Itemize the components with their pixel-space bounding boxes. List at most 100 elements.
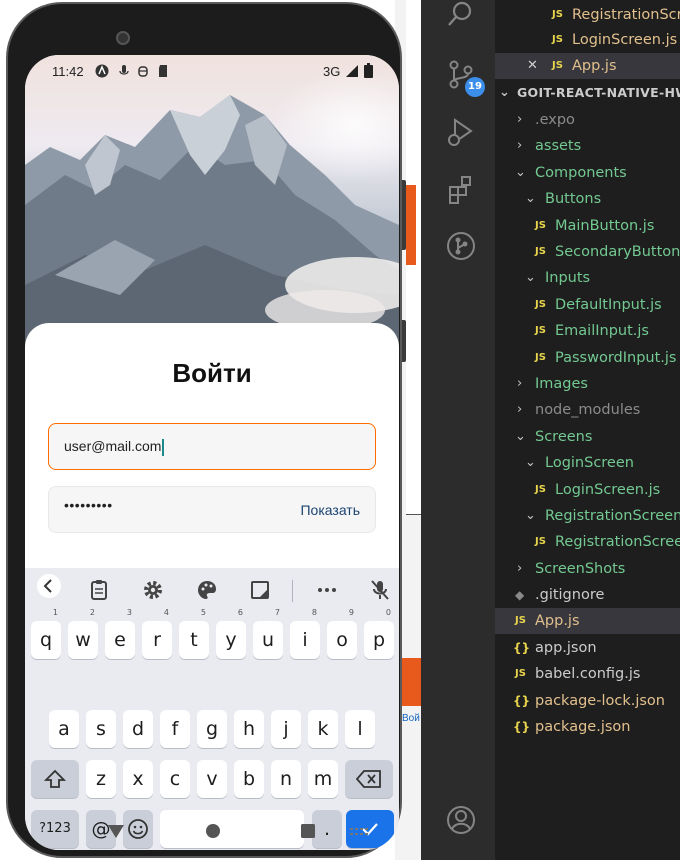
recents-nav-icon[interactable] [300,823,316,839]
front-camera [116,31,130,45]
key-y[interactable]: y6 [216,609,246,659]
js-file-icon: JS [535,299,546,310]
key-d[interactable]: d [123,710,153,748]
chevron-right-icon: › [517,402,523,417]
open-editor-item[interactable]: ✕ JS App.js [495,53,680,79]
period-key[interactable]: . [312,810,342,848]
space-key[interactable] [160,810,304,848]
project-header[interactable]: ⌄ GOIT-REACT-NATIVE-HW- [495,80,680,106]
tree-file[interactable]: JS MainButton.js [495,213,680,239]
debug-notification-icon [138,66,148,77]
tree-folder[interactable]: ⌄ Buttons [495,186,680,212]
tree-folder[interactable]: › assets [495,133,680,159]
text-caret [162,438,164,456]
keyboard-grid-icon[interactable] [350,828,368,836]
key-w[interactable]: w2 [68,609,98,659]
tree-folder[interactable]: ⌄ Screens [495,424,680,450]
tree-folder[interactable]: ⌄ LoginScreen [495,450,680,476]
mic-notification-icon [119,65,129,75]
key-b[interactable]: b [234,760,264,798]
phone-frame: 11:42 3G Войти user@mail.com ••••••••• П… [6,2,402,858]
run-debug-icon[interactable] [445,116,477,148]
tree-file[interactable]: JS DefaultInput.js [495,292,680,318]
tree-folder[interactable]: › Images [495,371,680,397]
search-icon[interactable] [445,0,477,32]
key-t[interactable]: t5 [179,609,209,659]
tree-file[interactable]: JS babel.config.js [495,661,680,687]
key-j[interactable]: j [271,710,301,748]
key-k[interactable]: k [308,710,338,748]
tree-file-selected[interactable]: JS App.js [495,608,680,634]
tree-folder[interactable]: ⌄ RegistrationScreen [495,503,680,529]
js-file-icon: JS [535,246,546,257]
password-value: ••••••••• [64,497,113,513]
show-password-button[interactable]: Показать [300,502,360,518]
js-file-icon: JS [535,325,546,336]
emoji-key[interactable] [123,810,153,848]
tree-file[interactable]: JS LoginScreen.js [495,477,680,503]
tree-folder[interactable]: ⌄ Inputs [495,265,680,291]
tree-file[interactable]: ◆ .gitignore [495,582,680,608]
settings-icon[interactable] [141,578,165,602]
key-r[interactable]: r4 [142,609,172,659]
key-c[interactable]: c [160,760,190,798]
tree-folder[interactable]: › node_modules [495,397,680,423]
tree-file[interactable]: JS PasswordInput.js [495,345,680,371]
key-f[interactable]: f [160,710,190,748]
account-icon[interactable] [445,804,477,836]
tree-file[interactable]: JS RegistrationScreen [495,529,680,555]
tree-folder[interactable]: › ScreenShots [495,556,680,582]
battery-icon [364,63,373,78]
chevron-left-icon[interactable] [36,573,62,599]
js-file-icon: JS [552,9,563,20]
key-h[interactable]: h [234,710,264,748]
key-e[interactable]: e3 [105,609,135,659]
git-graph-icon[interactable] [445,230,477,262]
key-o[interactable]: o9 [327,609,357,659]
chevron-down-icon: ⌄ [515,165,526,180]
tree-file[interactable]: {} package.json [495,714,680,740]
page-title: Войти [172,358,252,388]
key-l[interactable]: l [345,710,375,748]
key-x[interactable]: x [123,760,153,798]
tree-file[interactable]: JS EmailInput.js [495,318,680,344]
tree-folder[interactable]: ⌄ Components [495,160,680,186]
theme-palette-icon[interactable] [195,578,219,602]
key-z[interactable]: z [86,760,116,798]
shift-key[interactable] [31,760,79,798]
key-i[interactable]: i8 [290,609,320,659]
key-a[interactable]: a [49,710,79,748]
notification-app-icon [95,64,109,78]
open-editor-item[interactable]: JS LoginScreen.js [495,27,680,53]
key-p[interactable]: p0 [364,609,394,659]
extensions-icon[interactable] [445,174,477,206]
sd-card-icon [159,65,167,77]
key-n[interactable]: n [271,760,301,798]
tree-file[interactable]: {} app.json [495,635,680,661]
password-field[interactable]: ••••••••• Показать [48,486,376,533]
json-file-icon: {} [513,694,531,708]
signal-icon [346,65,358,77]
symbols-key[interactable]: ?123 [31,810,79,848]
tree-folder[interactable]: › .expo [495,107,680,133]
more-icon[interactable] [315,578,339,602]
home-nav-icon[interactable] [205,823,221,839]
vscode-window: 19 JS RegistrationScre JS LoginScreen.js… [421,0,680,860]
key-m[interactable]: m [308,760,338,798]
mic-off-icon[interactable] [368,578,392,602]
tree-file[interactable]: {} package-lock.json [495,688,680,714]
close-icon[interactable]: ✕ [527,53,539,79]
tree-file[interactable]: JSSecondaryButton.js [495,239,680,265]
key-s[interactable]: s [86,710,116,748]
clipboard-icon[interactable] [87,578,111,602]
key-v[interactable]: v [197,760,227,798]
email-field[interactable]: user@mail.com [48,423,376,470]
one-handed-mode-icon[interactable] [248,578,272,602]
back-nav-icon[interactable] [107,823,125,839]
key-u[interactable]: u7 [253,609,283,659]
key-q[interactable]: q1 [31,609,61,659]
hero-image: 11:42 3G [25,55,399,355]
backspace-key[interactable] [345,760,393,798]
key-g[interactable]: g [197,710,227,748]
open-editor-item[interactable]: JS RegistrationScre [495,2,680,28]
